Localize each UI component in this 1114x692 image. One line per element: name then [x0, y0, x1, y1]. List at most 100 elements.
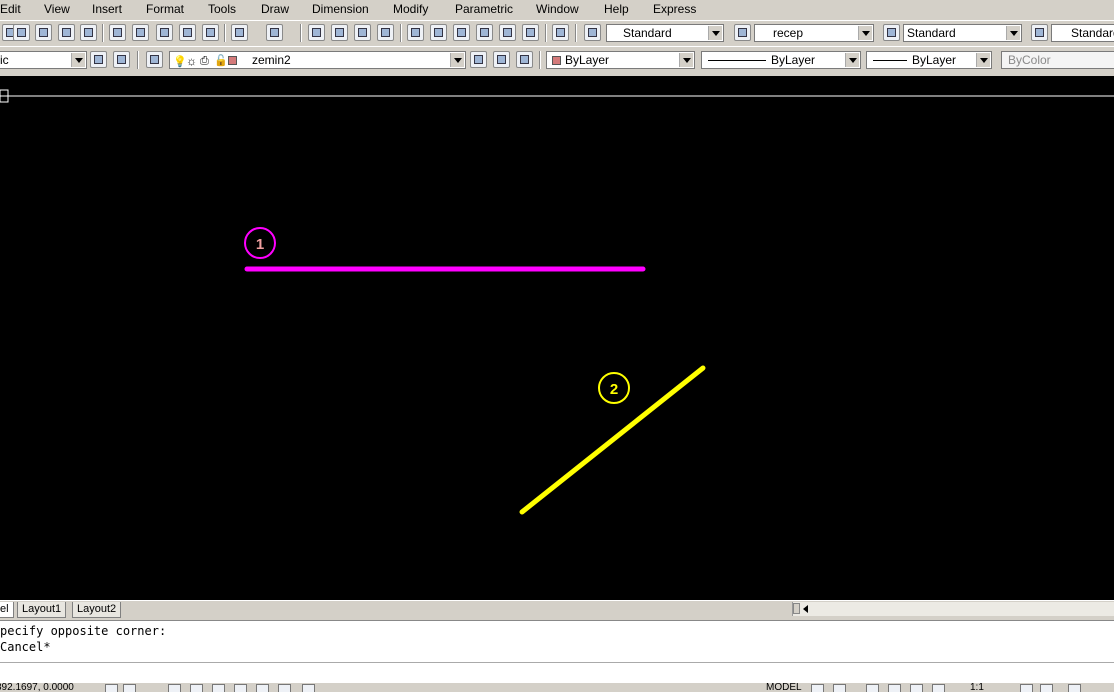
- chevron-down-icon[interactable]: [1006, 26, 1020, 40]
- chevron-down-icon[interactable]: [976, 53, 990, 67]
- menu-modify[interactable]: Modify: [393, 2, 428, 16]
- menu-draw[interactable]: Draw: [261, 2, 289, 16]
- annotation-scale[interactable]: 1:1: [970, 683, 984, 692]
- menu-window[interactable]: Window: [536, 2, 579, 16]
- horizontal-scrollbar[interactable]: [792, 602, 1114, 616]
- layer-properties-icon[interactable]: [146, 51, 163, 68]
- grid-icon[interactable]: [123, 684, 136, 692]
- quickcalc-icon[interactable]: [522, 24, 539, 41]
- workspace-select[interactable]: ic: [0, 51, 87, 69]
- menu-tools[interactable]: Tools: [208, 2, 236, 16]
- snap-icon[interactable]: [105, 684, 118, 692]
- help-icon[interactable]: [552, 24, 569, 41]
- chevron-down-icon[interactable]: [708, 26, 722, 40]
- layer-select[interactable]: 💡 ☼ ⎙ 🔓 zemin2: [169, 51, 466, 69]
- markup-icon[interactable]: [499, 24, 516, 41]
- model-space-label[interactable]: MODEL: [766, 683, 802, 692]
- menu-help[interactable]: Help: [604, 2, 629, 16]
- menu-format[interactable]: Format: [146, 2, 184, 16]
- layer-color-swatch: [228, 56, 237, 65]
- zoom-status-icon[interactable]: [888, 684, 901, 692]
- menu-parametric[interactable]: Parametric: [455, 2, 513, 16]
- lineweight-select[interactable]: ByLayer: [866, 51, 992, 69]
- plot-preview-icon[interactable]: [58, 24, 75, 41]
- undo-icon[interactable]: [231, 24, 248, 41]
- toolbar-separator: [545, 24, 547, 42]
- layer-previous-icon[interactable]: [493, 51, 510, 68]
- command-input[interactable]: [0, 662, 1114, 682]
- table-style-icon[interactable]: [883, 24, 900, 41]
- quick-view-drawings-icon[interactable]: [833, 684, 846, 692]
- dimension-style-value: recep: [773, 26, 804, 40]
- quick-properties-icon[interactable]: [302, 684, 315, 692]
- scrollbar-thumb[interactable]: [793, 603, 800, 614]
- steering-wheel-icon[interactable]: [910, 684, 923, 692]
- menu-insert[interactable]: Insert: [92, 2, 122, 16]
- polar-icon[interactable]: [168, 684, 181, 692]
- otrack-icon[interactable]: [212, 684, 225, 692]
- menu-view[interactable]: View: [44, 2, 70, 16]
- open-icon[interactable]: [13, 24, 30, 41]
- publish-icon[interactable]: [80, 24, 97, 41]
- menu-dimension[interactable]: Dimension: [312, 2, 369, 16]
- paste-icon[interactable]: [156, 24, 173, 41]
- dimension-style-select[interactable]: recep: [754, 24, 874, 42]
- linetype-sample: [708, 60, 766, 61]
- workspace-switch-icon[interactable]: [1068, 684, 1081, 692]
- linetype-select[interactable]: ByLayer: [701, 51, 861, 69]
- layers-properties-toolbar: ic 💡 ☼ ⎙ 🔓 zemin2 ByLayer ByLayer ByLaye…: [0, 46, 1114, 72]
- chevron-down-icon[interactable]: [450, 53, 464, 67]
- chevron-down-icon[interactable]: [71, 53, 85, 67]
- properties-icon[interactable]: [407, 24, 424, 41]
- chevron-down-icon[interactable]: [858, 26, 872, 40]
- table-style-select[interactable]: Standard: [903, 24, 1022, 42]
- pan-status-icon[interactable]: [866, 684, 879, 692]
- drawing-svg[interactable]: 1 2: [0, 76, 1114, 600]
- design-center-icon[interactable]: [430, 24, 447, 41]
- text-style-icon[interactable]: [584, 24, 601, 41]
- printer-icon[interactable]: ⎙: [200, 53, 209, 69]
- command-line-2: Cancel*: [0, 640, 51, 654]
- multileader-style-icon[interactable]: [1031, 24, 1048, 41]
- pan-icon[interactable]: [308, 24, 325, 41]
- sheet-set-icon[interactable]: [476, 24, 493, 41]
- auto-scale-icon[interactable]: [1040, 684, 1053, 692]
- zoom-realtime-icon[interactable]: [331, 24, 348, 41]
- tab-layout1[interactable]: Layout1: [17, 602, 67, 618]
- tool-palettes-icon[interactable]: [453, 24, 470, 41]
- redo-icon[interactable]: [266, 24, 283, 41]
- dyn-icon[interactable]: [256, 684, 269, 692]
- chevron-down-icon[interactable]: [845, 53, 859, 67]
- chevron-down-icon[interactable]: [679, 53, 693, 67]
- lineweight-toggle-icon[interactable]: [278, 684, 291, 692]
- zoom-window-icon[interactable]: [354, 24, 371, 41]
- scroll-left-arrow-icon[interactable]: [803, 605, 808, 613]
- customize-icon[interactable]: [113, 51, 130, 68]
- ducs-icon[interactable]: [234, 684, 247, 692]
- drawing-canvas[interactable]: 1 2: [0, 76, 1114, 600]
- unlock-icon[interactable]: 🔓: [214, 53, 228, 69]
- osnap-icon[interactable]: [190, 684, 203, 692]
- tab-model[interactable]: el: [0, 602, 14, 618]
- multileader-style-select[interactable]: Standard: [1051, 24, 1114, 42]
- showmotion-icon[interactable]: [932, 684, 945, 692]
- quick-view-layouts-icon[interactable]: [811, 684, 824, 692]
- match-properties-icon[interactable]: [179, 24, 196, 41]
- workspace-settings-icon[interactable]: [90, 51, 107, 68]
- tab-layout2[interactable]: Layout2: [72, 602, 122, 618]
- block-editor-icon[interactable]: [202, 24, 219, 41]
- menu-edit[interactable]: Edit: [0, 2, 21, 16]
- lightbulb-icon[interactable]: 💡: [173, 54, 187, 70]
- make-current-layer-icon[interactable]: [470, 51, 487, 68]
- dimension-style-icon[interactable]: [734, 24, 751, 41]
- plot-icon[interactable]: [35, 24, 52, 41]
- annotation-visibility-icon[interactable]: [1020, 684, 1033, 692]
- zoom-previous-icon[interactable]: [377, 24, 394, 41]
- cut-icon[interactable]: [109, 24, 126, 41]
- copy-icon[interactable]: [132, 24, 149, 41]
- menu-express[interactable]: Express: [653, 2, 696, 16]
- color-select[interactable]: ByLayer: [546, 51, 695, 69]
- text-style-select[interactable]: Standard: [606, 24, 724, 42]
- layer-states-icon[interactable]: [516, 51, 533, 68]
- sun-icon[interactable]: ☼: [186, 53, 197, 69]
